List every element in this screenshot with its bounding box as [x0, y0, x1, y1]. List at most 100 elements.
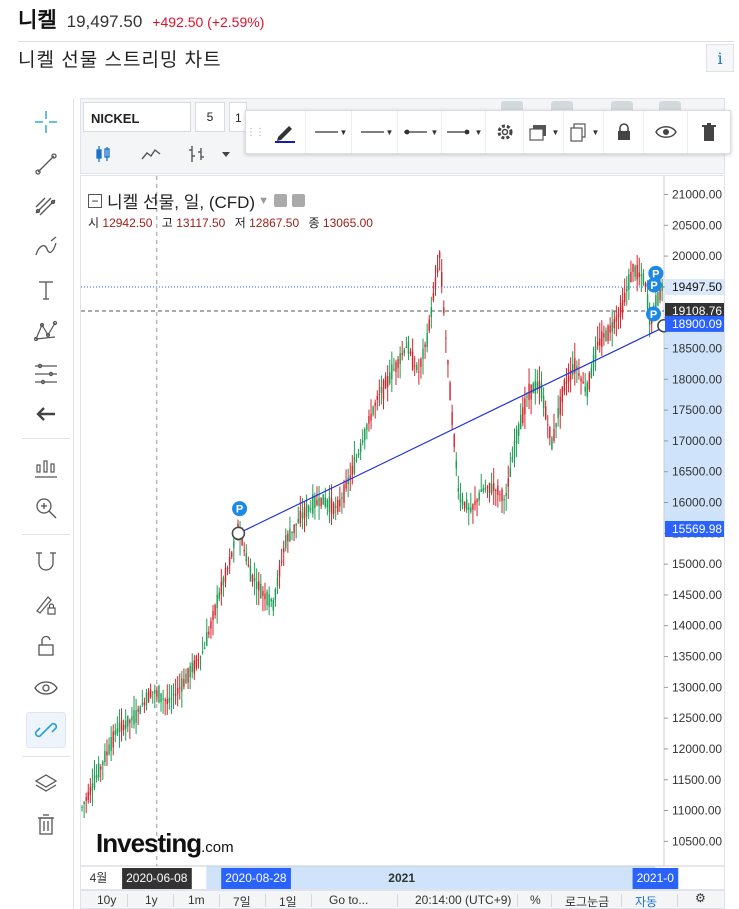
candle-body [638, 272, 640, 277]
legend-settings-icon[interactable] [291, 194, 305, 207]
legend-dropdown-icon[interactable]: ▼ [258, 195, 269, 207]
candle-body [586, 382, 588, 397]
settings-gear-icon[interactable] [486, 111, 524, 153]
candle-body [628, 274, 630, 290]
fib-icon[interactable] [26, 188, 66, 224]
timezone-readout[interactable]: 20:14:00 (UTC+9) [415, 893, 511, 907]
line-color-button[interactable] [264, 111, 306, 153]
chart-settings-gear-icon[interactable]: ⚙ [695, 891, 706, 905]
measure-icon[interactable] [26, 356, 66, 392]
candle-body [642, 273, 645, 285]
bar-chart-icon[interactable] [179, 137, 215, 171]
lock-icon[interactable] [604, 111, 644, 153]
candle-body [522, 407, 524, 424]
candle-body [145, 692, 148, 706]
candle-body [409, 351, 412, 354]
trendline-icon[interactable] [26, 146, 66, 182]
symbol-input[interactable]: NICKEL [83, 102, 191, 132]
magnet-icon[interactable] [26, 544, 66, 580]
candle-body [438, 251, 441, 259]
eye-icon[interactable] [26, 670, 66, 706]
candle-body [617, 314, 620, 317]
goto-date-button[interactable]: Go to... [329, 893, 368, 907]
candlestick-plot[interactable]: 10500.00 11000.00 11500.00 12000.00 12500.00… [81, 176, 725, 890]
chart-canvas[interactable]: 10500.00 11000.00 11500.00 12000.00 12500.00… [80, 175, 725, 890]
line-style-dropdown[interactable]: ▼ [352, 111, 398, 153]
range-10y-button[interactable]: 10y [97, 893, 116, 907]
layers-icon[interactable] [26, 766, 66, 802]
link-icon[interactable] [26, 712, 66, 748]
candle-body [501, 489, 503, 502]
candle-body [532, 383, 534, 394]
candle-body [391, 364, 393, 380]
crosshair-icon[interactable] [26, 104, 66, 140]
candle-body [299, 510, 302, 524]
candle-body [359, 443, 362, 453]
clone-dropdown[interactable]: ▼ [564, 111, 604, 153]
lock-draw-icon[interactable] [26, 586, 66, 622]
indicator-icon[interactable] [26, 450, 66, 486]
candle-body [158, 686, 160, 703]
candle-body [297, 518, 299, 523]
percent-toggle[interactable]: % [530, 893, 541, 907]
candle-body [332, 503, 335, 514]
candle-body [345, 481, 347, 489]
interval-input[interactable]: 5 [195, 102, 225, 132]
text-icon[interactable] [26, 272, 66, 308]
candle-body [214, 604, 216, 616]
candle-body [603, 333, 605, 338]
visual-order-dropdown[interactable]: ▼ [524, 111, 564, 153]
x-tick-label: 4월 [90, 871, 108, 885]
candle-body [474, 500, 476, 505]
candle-body [122, 724, 125, 731]
line-width-dropdown[interactable]: ▼ [306, 111, 352, 153]
range-1m-button[interactable]: 1m [188, 893, 205, 907]
y-tick-label: 11000.00 [672, 804, 721, 818]
drag-handle-icon[interactable]: ⋮⋮ [246, 111, 265, 153]
candle-body [480, 489, 482, 492]
candle-body [488, 482, 491, 493]
candle-body [436, 268, 439, 273]
y-tick-label: 17500.00 [672, 403, 722, 417]
hide-eye-icon[interactable] [644, 111, 688, 153]
price-change: +492.50 (+2.59%) [152, 14, 265, 30]
back-arrow-icon[interactable] [26, 396, 66, 432]
auto-scale-toggle[interactable]: 자동 [635, 893, 657, 909]
candle-body [420, 358, 422, 367]
candle-body [422, 348, 424, 360]
candle-body [465, 499, 468, 511]
delete-trash-icon[interactable] [688, 111, 730, 153]
legend-eye-icon[interactable] [273, 194, 287, 207]
candle-type-icon[interactable] [85, 137, 121, 171]
candle-body [443, 307, 445, 314]
chart-type-dropdown-icon[interactable] [215, 137, 237, 171]
candle-body [490, 483, 493, 494]
right-end-dropdown[interactable]: ▼ [442, 111, 486, 153]
brush-icon[interactable] [26, 230, 66, 266]
candle-body [515, 429, 518, 443]
trash-icon[interactable] [26, 806, 66, 842]
range-1d-button[interactable]: 1일 [279, 893, 297, 909]
y-tick-label: 14500.00 [672, 588, 722, 602]
collapse-legend-icon[interactable]: − [88, 193, 102, 208]
range-7d-button[interactable]: 7일 [233, 893, 251, 909]
candle-body [569, 369, 572, 380]
log-scale-toggle[interactable]: 로그눈금 [565, 893, 609, 909]
left-end-dropdown[interactable]: ▼ [398, 111, 442, 153]
candle-body [567, 375, 570, 382]
info-icon[interactable]: i [706, 44, 734, 72]
range-1y-button[interactable]: 1y [145, 893, 158, 907]
candle-body [303, 507, 306, 520]
candle-body [646, 294, 649, 309]
candle-body [626, 288, 628, 292]
candle-body [632, 264, 634, 272]
candle-body [247, 564, 250, 567]
candle-body [203, 647, 206, 649]
zoom-in-icon[interactable] [26, 490, 66, 526]
pattern-icon[interactable] [26, 314, 66, 350]
line-chart-icon[interactable] [133, 137, 169, 171]
candle-body [280, 561, 283, 563]
candle-body [316, 499, 318, 505]
y-tick-label: 17000.00 [672, 434, 722, 448]
unlock-icon[interactable] [26, 628, 66, 664]
